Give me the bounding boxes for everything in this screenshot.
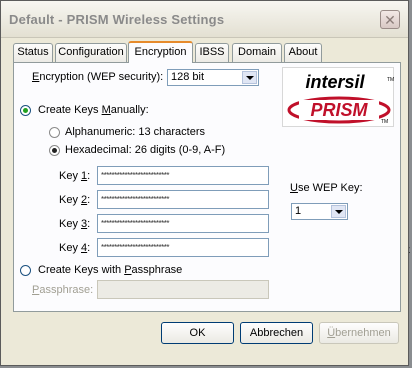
hexadecimal-radio[interactable] <box>49 145 60 156</box>
tab-configuration[interactable]: Configuration <box>55 43 127 62</box>
svg-text:TM: TM <box>381 119 388 125</box>
create-keys-manually-label[interactable]: Create Keys Manually: <box>38 104 149 116</box>
chevron-down-icon[interactable] <box>331 205 346 218</box>
window-title: Default - PRISM Wireless Settings <box>9 12 225 27</box>
create-keys-passphrase-label[interactable]: Create Keys with Passphrase <box>38 264 182 276</box>
svg-text:TM: TM <box>387 77 394 83</box>
encryption-value: 128 bit <box>171 71 205 83</box>
encryption-label: Encryption (WEP security): <box>32 71 164 83</box>
key-1-label: Key 1: <box>59 170 91 182</box>
create-keys-manually-radio[interactable] <box>20 105 31 116</box>
key-4-input[interactable]: ************************** <box>97 238 269 257</box>
tab-status[interactable]: Status <box>13 43 53 62</box>
title-bar[interactable]: Default - PRISM Wireless Settings ✕ <box>1 1 408 38</box>
close-button[interactable]: ✕ <box>380 10 400 29</box>
tab-ibss[interactable]: IBSS <box>195 43 229 62</box>
hexadecimal-label[interactable]: Hexadecimal: 26 digits (0-9, A-F) <box>65 144 225 156</box>
ok-button[interactable]: OK <box>161 322 234 344</box>
key-2-input[interactable]: ************************** <box>97 190 269 209</box>
wireless-settings-dialog: Default - PRISM Wireless Settings ✕ Stat… <box>0 0 409 366</box>
key-3-label: Key 3: <box>59 218 91 230</box>
key-4-label: Key 4: <box>59 242 91 254</box>
intersil-wordmark: intersil <box>305 72 365 92</box>
tab-domain[interactable]: Domain <box>232 43 282 62</box>
passphrase-label: Passphrase: <box>32 284 94 296</box>
passphrase-input[interactable] <box>97 280 269 299</box>
use-wep-key-select[interactable]: 1 <box>291 203 348 220</box>
create-keys-passphrase-radio[interactable] <box>20 265 31 276</box>
prism-wordmark: PRISM <box>310 100 368 120</box>
use-wep-key-label: Use WEP Key: <box>290 182 363 194</box>
key-3-input[interactable]: ************************** <box>97 214 269 233</box>
encryption-panel: Encryption (WEP security): 128 bit inter… <box>13 62 401 312</box>
use-wep-key-value: 1 <box>295 205 302 217</box>
close-icon: ✕ <box>384 11 396 28</box>
tab-encryption[interactable]: Encryption <box>128 41 193 63</box>
cancel-button[interactable]: Abbrechen <box>240 322 313 344</box>
tab-about[interactable]: About <box>284 43 322 62</box>
intersil-prism-logo: intersil TM PRISM TM <box>282 67 394 127</box>
alphanumeric-label[interactable]: Alphanumeric: 13 characters <box>65 126 205 138</box>
key-1-input[interactable]: ************************** <box>97 166 269 185</box>
alphanumeric-radio[interactable] <box>49 127 60 138</box>
encryption-select[interactable]: 128 bit <box>167 69 259 86</box>
apply-button[interactable]: Übernehmen <box>319 322 399 344</box>
key-2-label: Key 2: <box>59 194 91 206</box>
chevron-down-icon[interactable] <box>242 71 257 84</box>
